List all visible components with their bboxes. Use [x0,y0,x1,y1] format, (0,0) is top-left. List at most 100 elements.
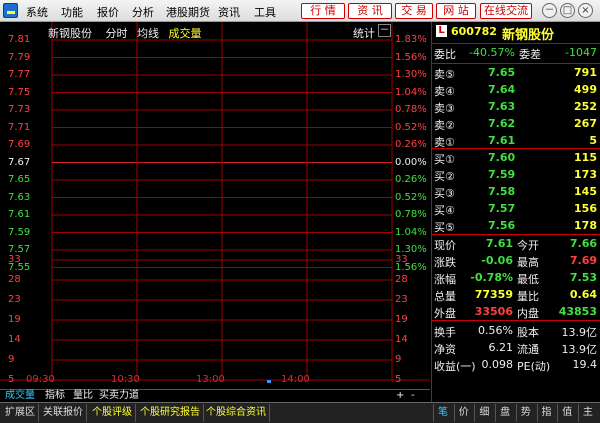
order-price: 7.58 [488,185,516,198]
stat-value: -0.78% [470,271,513,284]
stat-label: 今开 [517,239,539,252]
stat-row: 总量 77359 量比 0.64 [432,287,600,304]
volume-tick-label: 19 [395,314,408,325]
stock-name: 新钢股份 [502,28,555,43]
tab-expand-area[interactable]: 扩展区 [2,404,39,422]
stat-row: 外盘 33506 内盘 43853 [432,304,600,321]
menu-bar: 系统 功能 报价 分析 港股期货 资讯 工具 行 情 资 讯 交 易 网 站 在… [0,0,600,22]
quote-view-tab[interactable]: 笔 [433,404,452,422]
stat-value: 13.9亿 [561,343,598,356]
stat-label: 最低 [517,273,539,286]
menu-function[interactable]: 功能 [61,4,83,20]
bottom-bar: 扩展区 关联报价 个股评级 个股研究报告 个股综合资讯 笔价细盘势指值主 [0,402,600,423]
app-logo-icon [3,3,18,18]
maximize-icon[interactable]: □ [560,3,575,18]
percent-tick-label: 0.78% [395,104,427,115]
extra-row: 净资 6.21 流通 13.9亿 [432,340,600,357]
stat-row: 涨跌 -0.06 最高 7.69 [432,253,600,270]
volume-tick-label: 9 [8,354,15,365]
intraday-chart-pane[interactable]: 新钢股份 分时 均线 成交量 统计 － 7.81 7.79 7.77 7.75 7.73… [0,22,430,389]
order-volume: 252 [574,100,597,113]
collapse-button[interactable]: － [378,24,391,37]
quote-title: L 600782 新钢股份 [432,22,600,43]
quote-view-tab[interactable]: 细 [474,404,493,422]
price-tick-label: 7.79 [8,51,31,63]
buy-row: 买⑤ 7.56 178 [432,218,600,235]
tab-stock-news[interactable]: 个股综合资讯 [203,404,270,422]
stat-label: 外盘 [434,307,456,320]
volume-tick-label: 23 [8,294,21,305]
order-price: 7.63 [488,100,516,113]
stats-button[interactable]: 统计 [353,25,375,41]
chart-header: 新钢股份 分时 均线 成交量 [48,25,202,41]
volume-tick-label: 9 [395,354,402,365]
volume-tick-label: 33 [8,254,21,265]
quote-view-tab[interactable]: 势 [515,404,535,422]
divider [432,63,600,64]
price-tick-label: 7.61 [8,209,31,220]
percent-tick-label: 1.56% [395,51,427,63]
stat-label: 现价 [434,239,456,252]
price-tick-label: 7.63 [8,191,31,203]
percent-tick-label: 0.26% [395,174,427,185]
trade-button[interactable]: 交 易 [395,3,433,19]
stat-label: PE(动) [517,360,551,373]
order-volume: 499 [574,83,597,96]
tab-fenshi[interactable]: 分时 [106,27,128,40]
menu-quote[interactable]: 报价 [97,4,119,20]
quote-view-tab[interactable]: 指 [536,404,556,422]
stat-label: 最高 [517,256,539,269]
order-price: 7.65 [488,66,516,79]
weicha-value: -1047 [565,46,597,59]
order-volume: 115 [574,151,597,164]
tab-stock-rating[interactable]: 个股评级 [89,404,136,422]
order-volume: 145 [574,185,597,198]
menu-tools[interactable]: 工具 [254,4,276,20]
sell-row: 卖⑤ 7.65 791 [432,65,600,82]
stat-label: 股本 [517,326,539,339]
menu-analysis[interactable]: 分析 [132,4,154,20]
stat-value: 0.098 [481,358,514,371]
sell-row: 卖② 7.62 267 [432,116,600,133]
menu-system[interactable]: 系统 [26,4,48,20]
intraday-chart[interactable] [0,22,430,389]
website-button[interactable]: 网 站 [436,3,476,19]
close-icon[interactable]: × [578,3,593,18]
stat-label: 涨跌 [434,256,456,269]
weibi-value: -40.57% [469,46,515,59]
stat-label: 换手 [434,326,456,339]
level-badge: L [436,25,447,37]
quote-view-tab[interactable]: 主 [577,404,597,422]
tab-related-quotes[interactable]: 关联报价 [40,404,87,422]
order-label: 买③ [434,187,455,200]
percent-tick-label: 1.30% [395,69,427,80]
stat-value: 13.9亿 [561,326,598,339]
menu-info[interactable]: 资讯 [218,4,240,20]
order-label: 买④ [434,204,455,217]
online-chat-button[interactable]: 在线交流 [480,3,532,19]
volume-tick-label: 28 [8,274,21,285]
menu-hk-futures[interactable]: 港股期货 [166,4,210,20]
stat-value: 6.21 [488,341,514,354]
order-price: 7.60 [488,151,516,164]
quote-view-tab[interactable]: 值 [557,404,576,422]
buy-row: 买② 7.59 173 [432,167,600,184]
volume-tick-label: 14 [395,334,408,345]
divider [432,320,600,321]
quote-panel: L 600782 新钢股份 委比 -40.57% 委差 -1047 卖⑤ 7.65… [431,22,600,402]
tab-volume[interactable]: 成交量 [169,27,202,40]
stat-value: -0.06 [481,254,513,267]
volume-tick-label: 14 [8,334,21,345]
price-tick-label: 7.67 [8,156,31,168]
price-tick-label: 7.71 [8,121,31,133]
quote-view-tab[interactable]: 价 [453,404,473,422]
minimize-icon[interactable]: － [542,3,557,18]
tab-junxian[interactable]: 均线 [137,27,159,40]
news-button[interactable]: 资 讯 [348,3,392,19]
price-tick-label: 7.77 [8,69,31,80]
market-button[interactable]: 行 情 [301,3,345,19]
quote-view-tab[interactable]: 盘 [495,404,514,422]
buy-row: 买④ 7.57 156 [432,201,600,218]
tab-research-report[interactable]: 个股研究报告 [137,404,204,422]
stat-value: 43853 [558,305,597,318]
